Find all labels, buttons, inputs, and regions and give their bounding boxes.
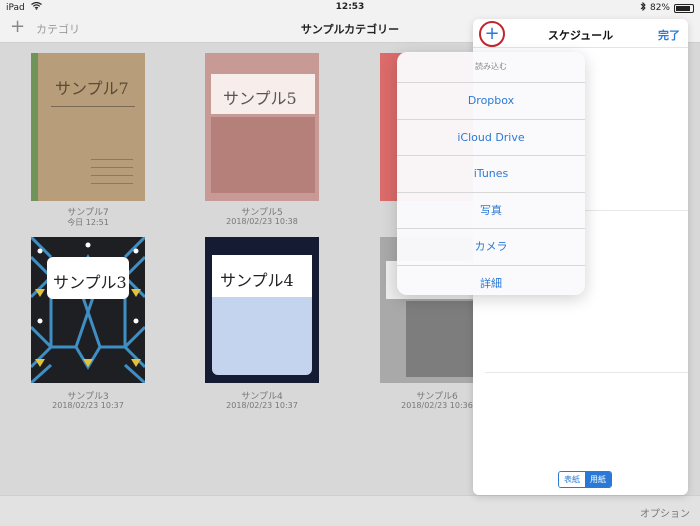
import-menu: 読み込む Dropbox iCloud Drive iTunes 写真 カメラ … [397,52,585,295]
status-bar: iPad 12:53 82% [0,0,700,14]
menu-item-itunes[interactable]: iTunes [397,156,585,193]
notebook-cover[interactable]: サンプル3 [31,237,145,383]
menu-item-photos[interactable]: 写真 [397,193,585,229]
segment-cover[interactable]: 表紙 [559,472,585,487]
cover-rule-line [91,159,133,160]
notebook-date: 今日 12:51 [67,218,109,227]
options-button[interactable]: オプション [640,505,690,520]
cover-rule-line [51,106,135,107]
segment-paper[interactable]: 用紙 [585,472,611,487]
cover-label: サンプル4 [220,271,294,290]
menu-item-camera[interactable]: カメラ [397,229,585,266]
cover-label: サンプル7 [55,79,129,98]
menu-item-icloud-drive[interactable]: iCloud Drive [397,120,585,156]
notebook-date: 2018/02/23 10:38 [226,217,298,226]
cover-label: サンプル3 [53,273,127,292]
menu-item-details[interactable]: 詳細 [397,266,585,296]
cover-panel [212,297,312,375]
done-button[interactable]: 完了 [658,27,680,43]
clock: 12:53 [335,2,365,12]
notebook-date: 2018/02/23 10:37 [52,401,124,410]
bluetooth-icon [640,1,646,14]
battery-percent: 82% [649,3,670,13]
cover-rule-line [91,183,133,184]
cover-rule-line [91,175,133,176]
import-menu-header: 読み込む [397,52,585,83]
cover-panel [406,301,473,377]
cover-paper-segmented-control: 表紙 用紙 [558,471,612,488]
notebook-cover[interactable]: サンプル7 [31,53,145,201]
divider [485,372,688,373]
bottom-toolbar: オプション [0,495,700,526]
cover-label: サンプル5 [223,89,297,108]
cover-spine [31,53,38,201]
notebook-cover[interactable]: サンプル4 [205,237,319,383]
battery-icon [674,3,694,13]
schedule-title: スケジュール [547,29,614,42]
menu-item-dropbox[interactable]: Dropbox [397,83,585,120]
cover-panel [211,117,315,193]
notebook-date: 2018/02/23 10:37 [226,401,298,410]
notebook-cover[interactable]: サンプル5 [205,53,319,201]
schedule-header: + スケジュール 完了 [473,19,688,48]
cover-rule-line [91,167,133,168]
